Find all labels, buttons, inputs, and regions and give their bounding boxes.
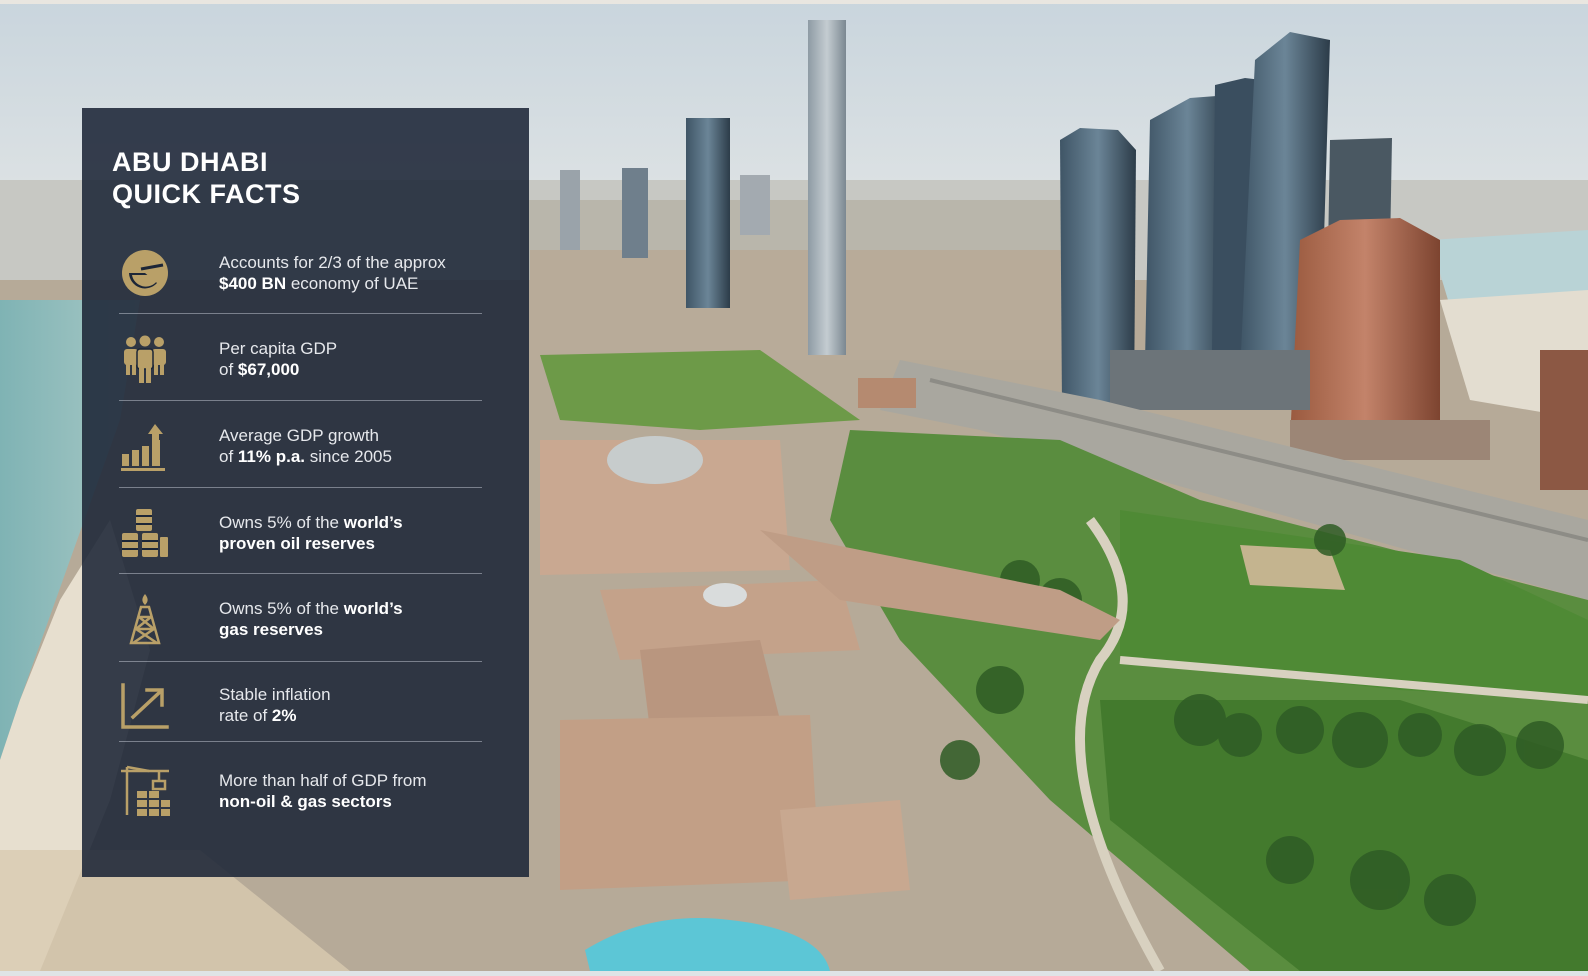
- fact-highlight-1: world’s: [343, 512, 403, 532]
- divider: [119, 487, 482, 488]
- fact-line-1: More than half of GDP from: [219, 770, 427, 790]
- trend-arrow-icon: [119, 679, 171, 731]
- fact-text: Average GDP growth of 11% p.a. since 200…: [219, 425, 484, 467]
- panel-title: ABU DHABI QUICK FACTS: [112, 146, 301, 210]
- fact-text: Per capita GDP of $67,000: [219, 338, 484, 380]
- fact-highlight: non-oil & gas sectors: [219, 791, 392, 811]
- panel-title-line-1: ABU DHABI: [112, 147, 268, 177]
- fact-gdp-share: Accounts for 2/3 of the approx $400 BN e…: [119, 229, 482, 316]
- people-group-icon: [119, 333, 171, 385]
- fact-line-1: Accounts for 2/3 of the approx: [219, 252, 446, 272]
- fact-line-2: of: [219, 446, 238, 466]
- fact-line-2: economy of UAE: [286, 273, 419, 293]
- fact-text: Owns 5% of the world’s proven oil reserv…: [219, 512, 484, 554]
- fact-per-capita-gdp: Per capita GDP of $67,000: [119, 315, 482, 402]
- fact-highlight: $67,000: [237, 359, 300, 379]
- fact-non-oil-gdp: More than half of GDP from non-oil & gas…: [119, 747, 482, 834]
- top-edge-strip: [0, 0, 1588, 4]
- fact-highlight-2: proven oil reserves: [219, 533, 375, 553]
- fact-line-2: of: [219, 359, 238, 379]
- fact-oil-reserves: Owns 5% of the world’s proven oil reserv…: [119, 489, 482, 576]
- fact-gas-reserves: Owns 5% of the world’s gas reserves: [119, 575, 482, 662]
- fact-line-1: Stable inflation: [219, 684, 331, 704]
- fact-highlight-1: world’s: [343, 598, 403, 618]
- fact-highlight: 2%: [271, 705, 297, 725]
- fact-line-1: Owns 5% of the: [219, 512, 344, 532]
- divider: [119, 400, 482, 401]
- fact-line-1: Average GDP growth: [219, 425, 380, 445]
- divider: [119, 741, 482, 742]
- fact-highlight: 11% p.a.: [237, 446, 306, 466]
- panel-title-line-2: QUICK FACTS: [112, 179, 301, 209]
- fact-gdp-growth: Average GDP growth of 11% p.a. since 200…: [119, 402, 482, 489]
- divider: [119, 573, 482, 574]
- fact-highlight-2: gas reserves: [219, 619, 323, 639]
- fact-highlight: $400 BN: [219, 273, 287, 293]
- fact-line-1: Per capita GDP: [219, 338, 338, 358]
- fact-text: Stable inflation rate of 2%: [219, 684, 484, 726]
- gas-rig-icon: [119, 593, 171, 645]
- fact-text: Owns 5% of the world’s gas reserves: [219, 598, 484, 640]
- fact-inflation: Stable inflation rate of 2%: [119, 661, 482, 748]
- pie-chart-icon: [119, 247, 171, 299]
- fact-line-2: rate of: [219, 705, 272, 725]
- fact-text: Accounts for 2/3 of the approx $400 BN e…: [219, 252, 484, 294]
- fact-text: More than half of GDP from non-oil & gas…: [219, 770, 484, 812]
- fact-line-2-tail: since 2005: [305, 446, 392, 466]
- divider: [119, 313, 482, 314]
- crane-blocks-icon: [119, 765, 171, 817]
- fact-line-1: Owns 5% of the: [219, 598, 344, 618]
- bar-chart-growth-icon: [119, 420, 171, 472]
- oil-barrels-icon: [119, 507, 171, 559]
- quick-facts-panel: ABU DHABI QUICK FACTS Accounts for 2/3 o…: [82, 108, 529, 877]
